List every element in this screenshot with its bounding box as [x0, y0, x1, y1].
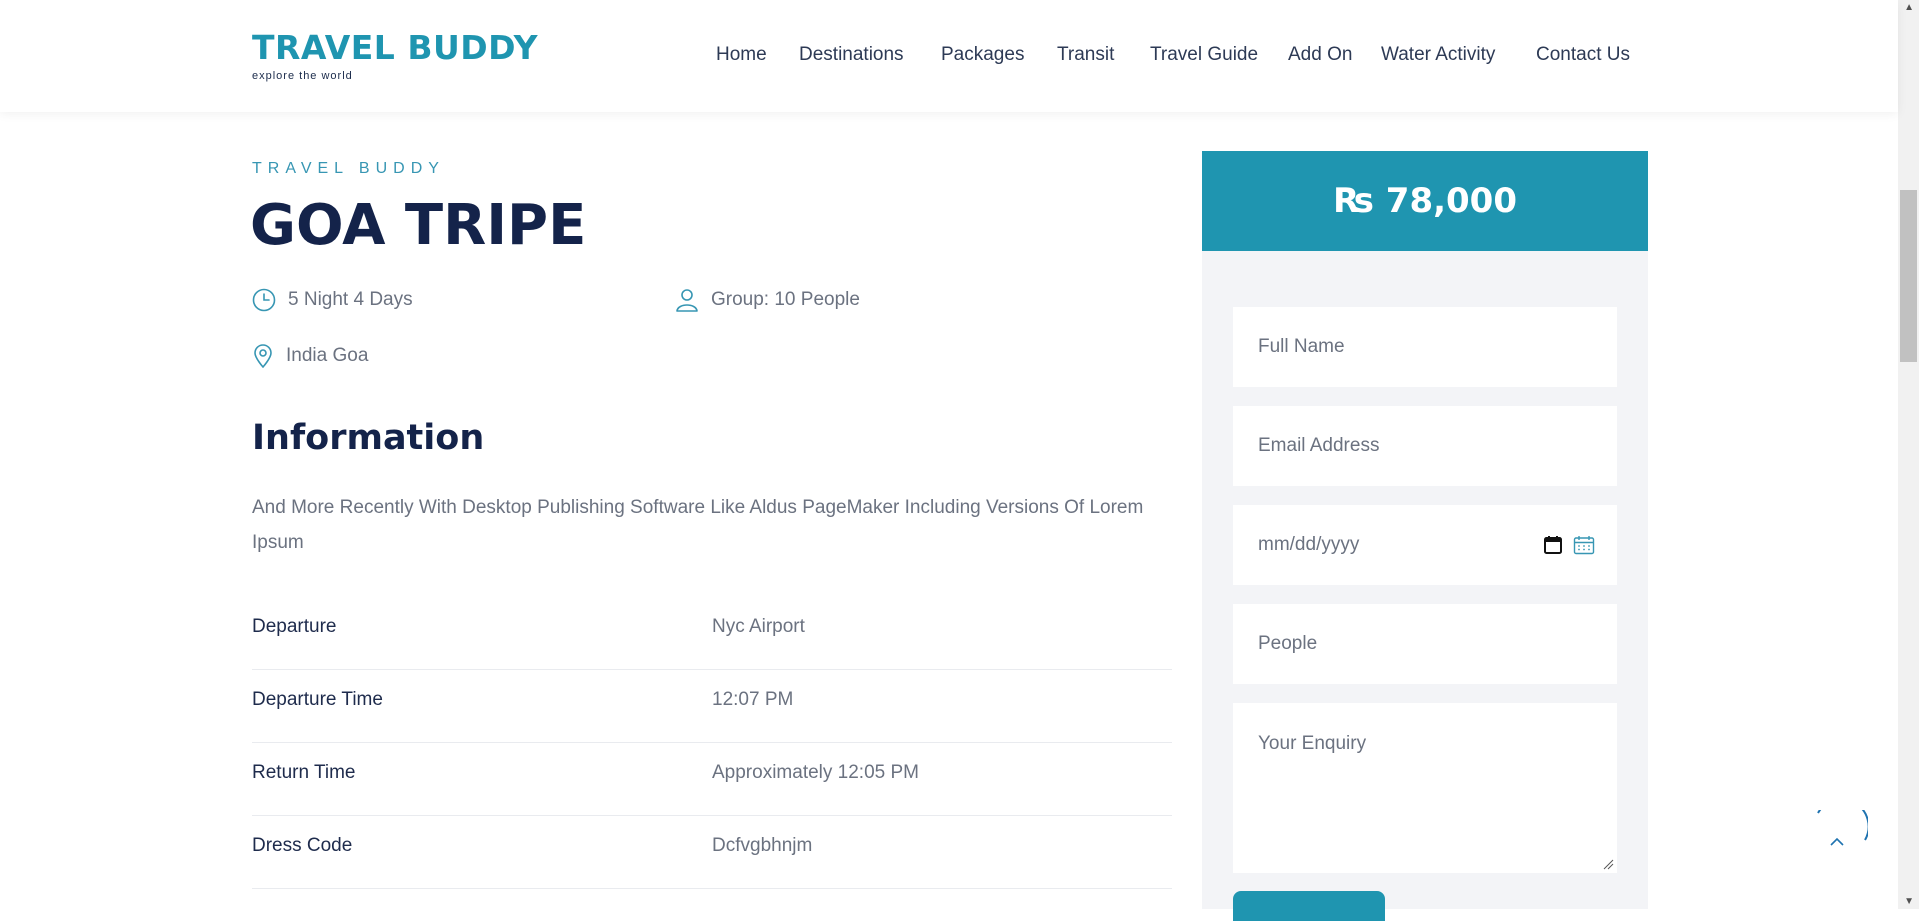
detail-row: Departure Nyc Airport	[252, 596, 1172, 670]
logo-subtitle: explore the world	[252, 70, 353, 82]
location-meta: India Goa	[252, 344, 368, 368]
full-name-field[interactable]: Full Name	[1233, 307, 1617, 387]
detail-label: Return Time	[252, 762, 356, 783]
email-field[interactable]: Email Address	[1233, 406, 1617, 486]
calendar-icon	[1573, 536, 1595, 555]
calendar-picker-icon[interactable]	[1543, 535, 1563, 555]
scroll-down-arrow-icon[interactable]: ▼	[1904, 896, 1914, 907]
scrollbar-thumb[interactable]	[1900, 190, 1917, 362]
nav-water-activity[interactable]: Water Activity	[1381, 44, 1495, 66]
information-heading: Information	[252, 418, 485, 458]
map-pin-icon	[254, 344, 272, 368]
back-to-top-button[interactable]	[1812, 810, 1868, 866]
chevron-up-icon	[1830, 837, 1844, 846]
people-placeholder: People	[1258, 633, 1318, 654]
nav-travel-guide[interactable]: Travel Guide	[1150, 44, 1258, 66]
full-name-placeholder: Full Name	[1258, 336, 1345, 357]
date-field[interactable]: mm/dd/yyyy	[1233, 505, 1617, 585]
scroll-up-arrow-icon[interactable]: ▲	[1904, 2, 1914, 13]
duration-meta: 5 Night 4 Days	[252, 288, 413, 312]
location-text: India Goa	[286, 345, 369, 366]
tour-title: GOA TRIPE	[250, 193, 587, 258]
people-field[interactable]: People	[1233, 604, 1617, 684]
nav-destinations[interactable]: Destinations	[799, 44, 904, 66]
detail-value: 12:07 PM	[712, 689, 794, 710]
detail-value: Approximately 12:05 PM	[712, 762, 919, 783]
tour-eyebrow: TRAVEL BUDDY	[252, 160, 445, 177]
enquiry-placeholder: Your Enquiry	[1258, 733, 1367, 754]
information-text: And More Recently With Desktop Publishin…	[252, 497, 1144, 553]
detail-label: Departure Time	[252, 689, 383, 710]
detail-value: Nyc Airport	[712, 616, 805, 637]
duration-text: 5 Night 4 Days	[288, 289, 413, 310]
detail-row: Return Time Approximately 12:05 PM	[252, 742, 1172, 816]
group-meta: Group: 10 People	[675, 288, 860, 312]
detail-label: Departure	[252, 616, 337, 637]
nav-contact-us[interactable]: Contact Us	[1536, 44, 1630, 66]
tour-price: ₨ 78,000	[1333, 181, 1517, 221]
detail-row: Departure Time 12:07 PM	[252, 669, 1172, 743]
detail-row: Dress Code Dcfvgbhnjm	[252, 815, 1172, 889]
enquiry-textarea[interactable]: Your Enquiry	[1233, 703, 1617, 873]
price-banner: ₨ 78,000	[1202, 151, 1648, 251]
nav-transit[interactable]: Transit	[1057, 44, 1114, 66]
nav-add-on[interactable]: Add On	[1288, 44, 1352, 66]
nav-packages[interactable]: Packages	[941, 44, 1024, 66]
scrollbar[interactable]: ▲ ▼	[1898, 0, 1919, 909]
detail-label: Dress Code	[252, 835, 353, 856]
user-icon	[676, 289, 698, 312]
nav-home[interactable]: Home	[716, 44, 767, 66]
email-placeholder: Email Address	[1258, 435, 1380, 456]
detail-value: Dcfvgbhnjm	[712, 835, 813, 856]
group-text: Group: 10 People	[711, 289, 860, 310]
date-placeholder: mm/dd/yyyy	[1258, 534, 1360, 555]
submit-button[interactable]	[1233, 891, 1385, 921]
clock-icon	[252, 288, 276, 312]
main-nav: Home Destinations Packages Transit Trave…	[0, 44, 1898, 70]
resize-handle-icon[interactable]	[1602, 858, 1614, 870]
date-picker-icons	[1543, 535, 1595, 555]
site-header: TRAVEL BUDDY explore the world Home Dest…	[0, 0, 1898, 112]
